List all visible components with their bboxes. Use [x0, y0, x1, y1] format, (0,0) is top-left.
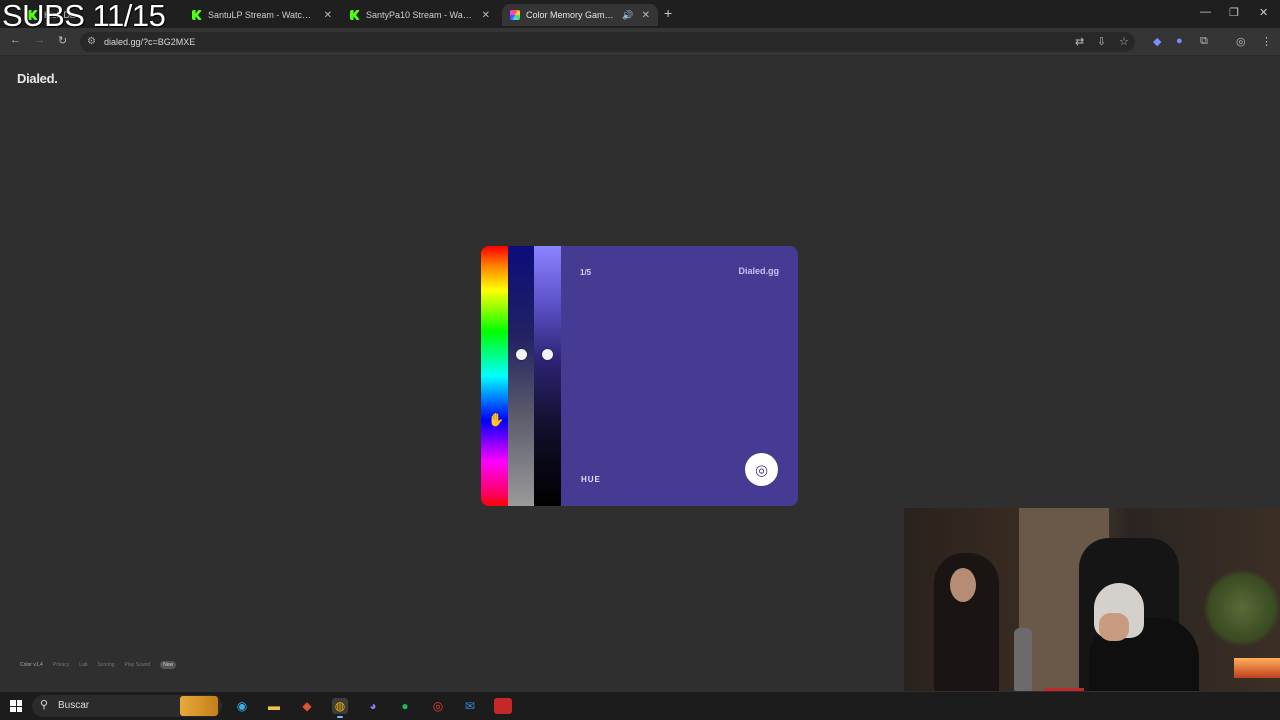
close-window-icon[interactable]: ✕ — [1259, 6, 1268, 19]
hue-slider[interactable] — [481, 246, 508, 506]
lightness-slider-handle[interactable] — [542, 349, 553, 360]
menu-kebab-icon[interactable]: ⋮ — [1261, 35, 1272, 48]
footer-link-scoring[interactable]: Scoring — [98, 662, 115, 668]
tab-title: Color Memory Game — Ho — [526, 10, 616, 20]
windows-start-icon[interactable] — [10, 700, 22, 712]
grab-cursor-icon: ✋ — [488, 412, 505, 427]
install-app-icon[interactable]: ⇩ — [1097, 35, 1106, 48]
page-footer: Color v1.4 Privacy Lab Scoring Play Soun… — [20, 661, 177, 669]
webcam-bottle — [1014, 628, 1032, 691]
webcam-overlay — [904, 508, 1280, 691]
edge-browser-icon[interactable]: ◉ — [234, 698, 250, 714]
profile-icon[interactable]: ◎ — [1236, 35, 1246, 48]
new-tab-button[interactable]: + — [664, 5, 672, 21]
address-bar[interactable] — [80, 32, 1135, 52]
webcam-face-left — [950, 568, 976, 602]
forward-icon[interactable]: → — [34, 34, 45, 46]
subs-counter-overlay: SUBS 11/15 — [2, 0, 166, 33]
stream-app-icon[interactable] — [494, 698, 512, 714]
tab-santypa10-stream[interactable]: SantyPa10 Stream - Watch Live ✕ — [342, 4, 498, 26]
browser-toolbar: ← → ↻ ⚙ dialed.gg/?c=BG2MXE ⇄ ⇩ ☆ ◆ ● ⧉ … — [0, 28, 1280, 56]
footer-link-privacy[interactable]: Privacy — [53, 662, 69, 668]
kick-icon — [350, 10, 360, 20]
app-feather-icon[interactable]: ◆ — [299, 698, 315, 714]
close-tab-icon[interactable]: ✕ — [482, 10, 490, 21]
reload-icon[interactable]: ↻ — [58, 34, 67, 47]
webcam-microphone — [1044, 688, 1084, 691]
outlook-icon[interactable]: ✉ — [462, 698, 478, 714]
windows-taskbar: ⚲ Buscar ◉ ▬ ◆ ◍ ◕ ● ◎ ✉ — [0, 692, 1280, 720]
restore-icon[interactable]: ❐ — [1229, 6, 1239, 19]
tab-santulp-stream[interactable]: SantuLP Stream - Watch Live o ✕ — [184, 4, 340, 26]
minimize-icon[interactable]: — — [1200, 6, 1211, 18]
color-wheel-icon — [510, 10, 520, 20]
back-icon[interactable]: ← — [10, 34, 21, 46]
mode-label: HUE — [581, 475, 601, 484]
tab-color-memory-game[interactable]: Color Memory Game — Ho 🔊 ✕ — [502, 4, 658, 26]
version-label: Color v1.4 — [20, 662, 43, 668]
saturation-slider-handle[interactable] — [516, 349, 527, 360]
spotify-icon[interactable]: ● — [397, 698, 413, 714]
search-icon: ⚲ — [40, 699, 49, 711]
extension-shield-icon[interactable]: ◆ — [1153, 35, 1161, 48]
extension-circle-icon[interactable]: ● — [1176, 35, 1183, 47]
tab-title: SantyPa10 Stream - Watch Live — [366, 10, 474, 20]
browser-tab-strip: Kick Da SantuLP Stream - Watch Live o ✕ … — [0, 0, 1280, 28]
taskbar-search-placeholder[interactable]: Buscar — [58, 700, 89, 711]
color-game-card: ✋ 1/5 Dialed.gg HUE ◎ — [481, 246, 798, 506]
bookmark-star-icon[interactable]: ☆ — [1119, 35, 1129, 48]
speaker-icon[interactable]: 🔊 — [622, 10, 633, 21]
webcam-lamp — [1234, 658, 1280, 678]
saturation-slider[interactable] — [508, 246, 534, 506]
footer-link-play-sound[interactable]: Play Sound — [125, 662, 151, 668]
lightness-slider[interactable] — [534, 246, 561, 506]
new-badge: New — [160, 661, 177, 669]
translate-icon[interactable]: ⇄ — [1075, 35, 1084, 48]
chrome-icon[interactable]: ◍ — [332, 698, 348, 714]
dialed-logo[interactable]: Dialed. — [17, 71, 58, 86]
card-site-tag: Dialed.gg — [738, 266, 779, 276]
url-text[interactable]: dialed.gg/?c=BG2MXE — [104, 37, 195, 47]
tab-title: SantuLP Stream - Watch Live o — [208, 10, 316, 20]
discord-icon[interactable]: ◕ — [365, 698, 381, 714]
obs-icon[interactable]: ◎ — [430, 698, 446, 714]
webcam-face-right — [1099, 613, 1129, 641]
close-tab-icon[interactable]: ✕ — [642, 10, 650, 21]
search-highlight-icon[interactable] — [180, 696, 218, 716]
round-counter: 1/5 — [580, 268, 592, 277]
extensions-puzzle-icon[interactable]: ⧉ — [1200, 35, 1208, 48]
kick-icon — [192, 10, 202, 20]
submit-guess-button[interactable]: ◎ — [745, 453, 778, 486]
file-explorer-icon[interactable]: ▬ — [266, 698, 282, 714]
webcam-plant — [1204, 568, 1280, 648]
footer-link-lab[interactable]: Lab — [79, 662, 87, 668]
chrome-active-indicator — [337, 716, 343, 718]
target-icon: ◎ — [754, 461, 769, 479]
site-info-icon[interactable]: ⚙ — [87, 36, 96, 47]
close-tab-icon[interactable]: ✕ — [324, 10, 332, 21]
